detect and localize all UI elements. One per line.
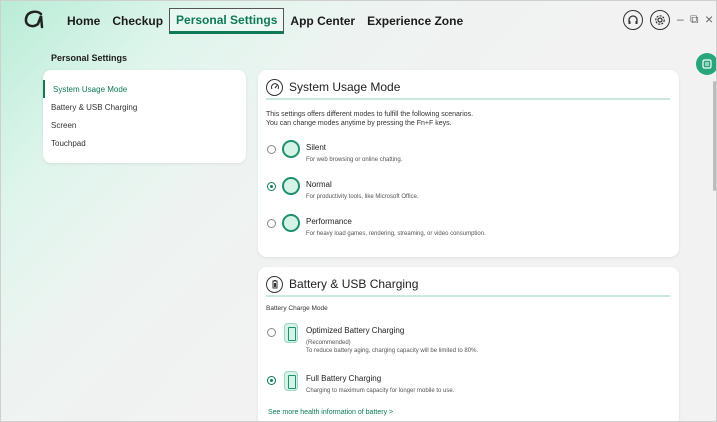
option-label: Silent xyxy=(306,143,327,152)
support-button[interactable] xyxy=(623,10,643,30)
option-description: To reduce battery aging, charging capaci… xyxy=(306,348,479,354)
list-icon xyxy=(702,59,712,69)
battery-usb-charging-card: Battery & USB Charging Battery Charge Mo… xyxy=(258,267,679,421)
mode-option-performance[interactable]: Performance For heavy load games, render… xyxy=(266,214,666,250)
option-description: For productivity tools, like Microsoft O… xyxy=(306,194,419,200)
gear-icon xyxy=(650,10,670,30)
nav-tab-personal-settings[interactable]: Personal Settings xyxy=(169,8,285,34)
close-button[interactable]: × xyxy=(705,11,713,27)
silent-mode-icon xyxy=(282,140,300,158)
charge-option-full[interactable]: Full Battery Charging Charging to maximu… xyxy=(266,371,666,401)
sidebar-item-system-usage-mode[interactable]: System Usage Mode xyxy=(43,80,243,98)
battery-icon xyxy=(266,275,283,293)
charge-option-optimized[interactable]: Optimized Battery Charging (Recommended)… xyxy=(266,323,666,359)
restore-button[interactable]: ⧉ xyxy=(690,12,699,27)
title-bar: Home Checkup Personal Settings App Cente… xyxy=(1,1,716,39)
option-label: Full Battery Charging xyxy=(306,374,382,383)
radio-button-selected[interactable] xyxy=(267,376,276,385)
radio-button-selected[interactable] xyxy=(267,182,276,191)
divider xyxy=(266,295,670,297)
radio-button[interactable] xyxy=(267,328,276,337)
description-text: You can change modes anytime by pressing… xyxy=(266,120,452,127)
speedometer-icon xyxy=(266,78,283,96)
card-header: Battery & USB Charging xyxy=(266,274,418,294)
card-title: System Usage Mode xyxy=(289,80,401,94)
option-label: Optimized Battery Charging xyxy=(306,326,405,335)
mode-option-silent[interactable]: Silent For web browsing or online chatti… xyxy=(266,140,666,170)
card-title: Battery & USB Charging xyxy=(289,277,419,291)
radio-button[interactable] xyxy=(267,219,276,228)
section-label: Battery Charge Mode xyxy=(266,305,328,312)
nav-tab-app-center[interactable]: App Center xyxy=(284,8,361,34)
option-description: Charging to maximum capacity for longer … xyxy=(306,388,455,394)
performance-mode-icon xyxy=(282,214,300,232)
option-label: Performance xyxy=(306,217,352,226)
option-description: For web browsing or online chatting. xyxy=(306,157,403,163)
nav-tab-checkup[interactable]: Checkup xyxy=(106,8,169,34)
scrollbar[interactable] xyxy=(713,81,716,191)
battery-health-link[interactable]: See more health information of battery > xyxy=(268,409,393,416)
battery-charge-icon xyxy=(284,323,298,343)
battery-full-icon xyxy=(284,371,298,391)
card-header: System Usage Mode xyxy=(266,77,400,97)
page-title: Personal Settings xyxy=(51,53,128,63)
main-nav: Home Checkup Personal Settings App Cente… xyxy=(61,8,469,34)
system-usage-mode-card: System Usage Mode This settings offers d… xyxy=(258,70,679,257)
normal-mode-icon xyxy=(282,177,300,195)
divider xyxy=(266,98,670,100)
settings-sidebar: System Usage Mode Battery & USB Charging… xyxy=(43,70,246,163)
option-recommended: (Recommended) xyxy=(306,340,351,346)
floating-panel-button[interactable] xyxy=(696,53,716,75)
nav-tab-home[interactable]: Home xyxy=(61,8,106,34)
nav-tab-experience-zone[interactable]: Experience Zone xyxy=(361,8,469,34)
sidebar-item-battery-usb-charging[interactable]: Battery & USB Charging xyxy=(43,98,243,116)
radio-button[interactable] xyxy=(267,145,276,154)
option-label: Normal xyxy=(306,180,332,189)
acer-logo-icon xyxy=(24,10,44,29)
app-window: Home Checkup Personal Settings App Cente… xyxy=(0,0,717,422)
mode-option-normal[interactable]: Normal For productivity tools, like Micr… xyxy=(266,177,666,207)
sidebar-item-touchpad[interactable]: Touchpad xyxy=(43,134,243,152)
headset-icon xyxy=(623,10,643,30)
settings-button[interactable] xyxy=(650,10,670,30)
sidebar-item-screen[interactable]: Screen xyxy=(43,116,243,134)
description-text: This settings offers different modes to … xyxy=(266,111,474,118)
option-description: For heavy load games, rendering, streami… xyxy=(306,231,486,237)
minimize-button[interactable]: – xyxy=(677,12,684,26)
